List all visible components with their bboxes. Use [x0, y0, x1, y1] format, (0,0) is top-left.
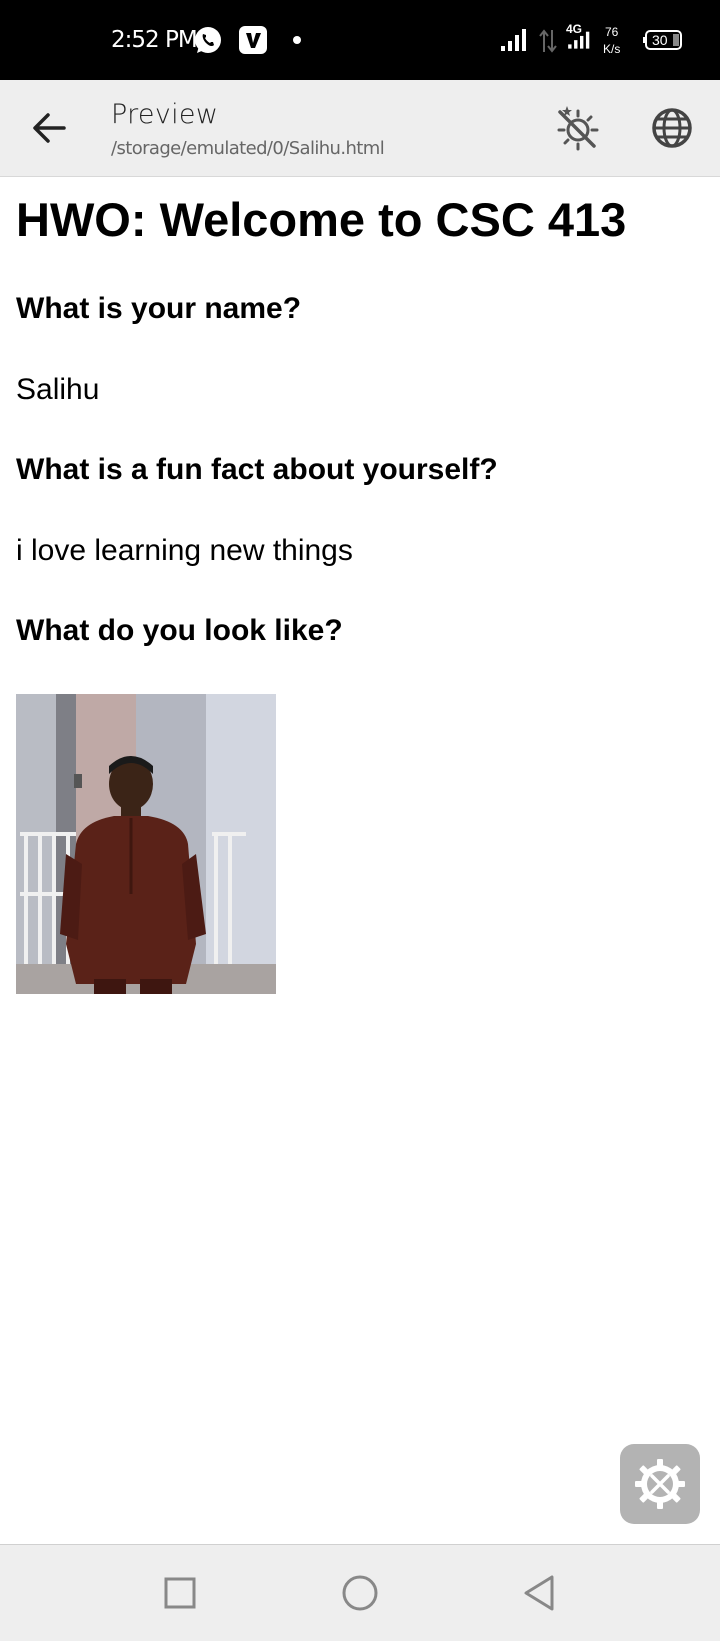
app-bar: Preview /storage/emulated/0/Salihu.html [0, 80, 720, 177]
globe-icon[interactable] [646, 102, 698, 154]
battery-level: 30 [652, 32, 668, 48]
data-arrows-icon [539, 29, 557, 53]
settings-tools-icon [635, 1459, 685, 1509]
signal-icon [568, 31, 590, 49]
system-nav-bar [0, 1544, 720, 1641]
status-bar: 2:52 PM 4G 76 K/s 30 [0, 0, 720, 80]
back-icon[interactable] [518, 1571, 562, 1615]
notification-dot [293, 36, 301, 44]
recent-apps-icon[interactable] [158, 1571, 202, 1615]
v-app-icon [239, 26, 267, 54]
answer-name: Salihu [16, 373, 100, 406]
file-path: /storage/emulated/0/Salihu.html [111, 138, 385, 159]
tools-fab-button[interactable] [620, 1444, 700, 1524]
whatsapp-icon [195, 27, 221, 53]
home-icon[interactable] [338, 1571, 382, 1615]
question-fun-fact: What is a fun fact about yourself? [16, 453, 498, 486]
question-appearance: What do you look like? [16, 614, 343, 647]
answer-fun-fact: i love learning new things [16, 534, 353, 567]
signal-icon [501, 29, 526, 51]
back-arrow-icon[interactable] [26, 104, 74, 152]
status-time: 2:52 PM [111, 27, 198, 53]
network-speed: 76 K/s [603, 25, 621, 56]
theme-toggle-icon[interactable] [550, 102, 602, 154]
profile-photo [16, 694, 276, 994]
page-title: Preview [111, 99, 219, 130]
question-name: What is your name? [16, 292, 302, 325]
page-heading: HWO: Welcome to CSC 413 [16, 193, 627, 246]
